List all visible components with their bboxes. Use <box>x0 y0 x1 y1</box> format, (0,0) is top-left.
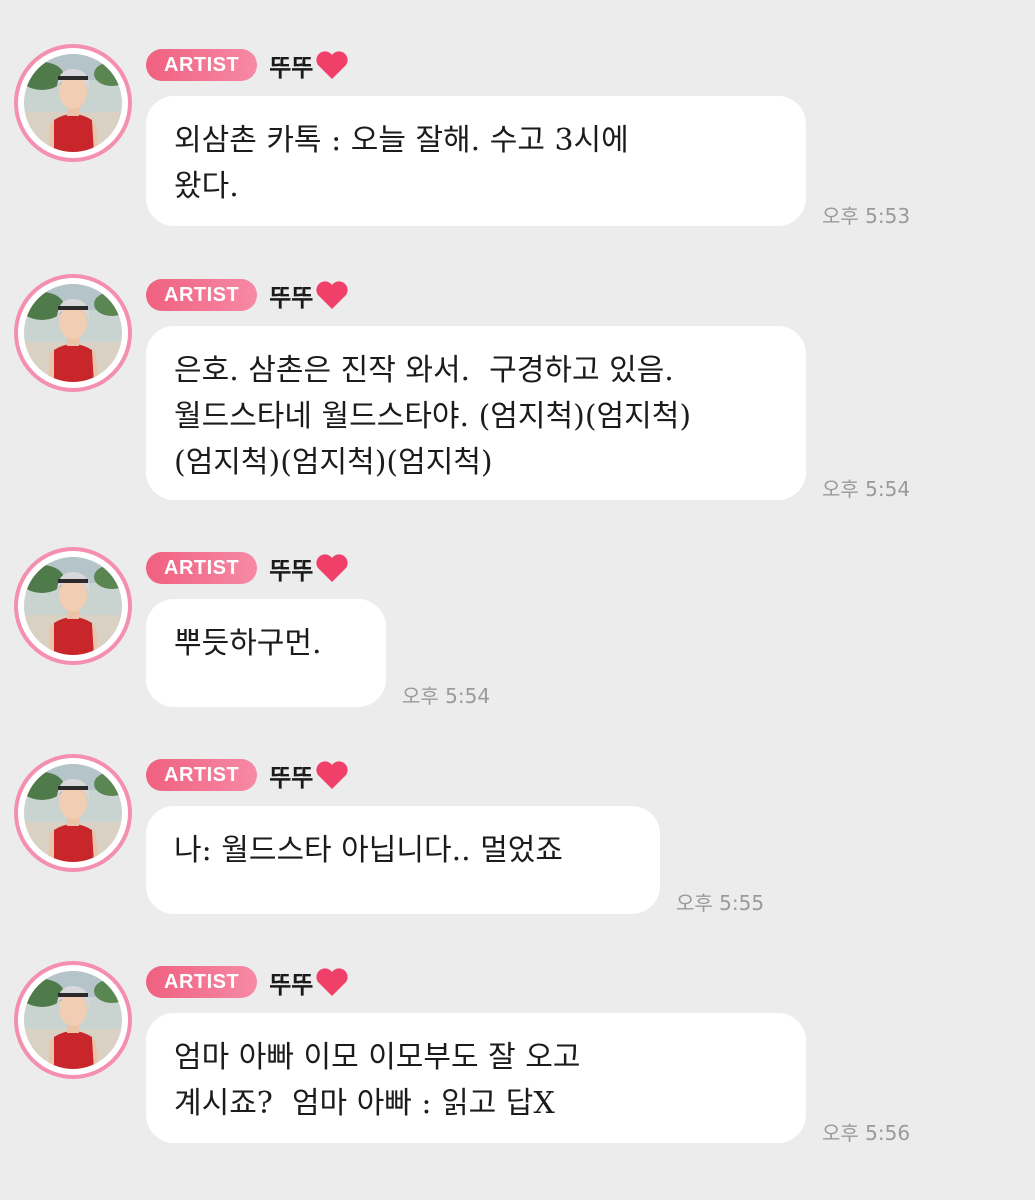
avatar-image <box>24 971 122 1069</box>
heart-icon <box>315 50 349 80</box>
artist-avatar[interactable] <box>14 754 132 872</box>
artist-badge: ARTIST <box>146 966 258 998</box>
author-label: 뚜뚜 <box>269 53 314 82</box>
message-bubble[interactable]: 은호. 삼촌은 진작 와서. 구경하고 있음. 월드스타네 월드스타야. (엄지… <box>146 326 806 500</box>
avatar-image <box>24 54 122 152</box>
artist-avatar[interactable] <box>14 44 132 162</box>
author-name: 뚜뚜 <box>269 551 349 586</box>
sender-row: ARTIST 뚜뚜 <box>146 278 349 312</box>
sender-row: ARTIST 뚜뚜 <box>146 48 349 82</box>
author-name: 뚜뚜 <box>269 758 349 793</box>
message-time: 오후 5:54 <box>402 684 491 708</box>
message-time: 오후 5:56 <box>822 1121 911 1145</box>
artist-avatar[interactable] <box>14 961 132 1079</box>
heart-icon <box>315 967 349 997</box>
message-bubble[interactable]: 뿌듯하구먼. <box>146 599 386 707</box>
artist-badge: ARTIST <box>146 49 258 81</box>
message-bubble[interactable]: 엄마 아빠 이모 이모부도 잘 오고 계시죠? 엄마 아빠 : 읽고 답X <box>146 1013 806 1143</box>
author-label: 뚜뚜 <box>269 763 314 792</box>
message-bubble[interactable]: 나: 월드스타 아닙니다.. 멀었죠 <box>146 806 660 914</box>
avatar-image <box>24 557 122 655</box>
sender-row: ARTIST 뚜뚜 <box>146 965 349 999</box>
message-time: 오후 5:55 <box>676 891 765 915</box>
message-time: 오후 5:53 <box>822 204 911 228</box>
heart-icon <box>315 760 349 790</box>
artist-badge: ARTIST <box>146 552 258 584</box>
message-bubble[interactable]: 외삼촌 카톡 : 오늘 잘해. 수고 3시에 왔다. <box>146 96 806 226</box>
sender-row: ARTIST 뚜뚜 <box>146 551 349 585</box>
artist-badge: ARTIST <box>146 279 258 311</box>
sender-row: ARTIST 뚜뚜 <box>146 758 349 792</box>
author-name: 뚜뚜 <box>269 278 349 313</box>
author-name: 뚜뚜 <box>269 965 349 1000</box>
author-name: 뚜뚜 <box>269 48 349 83</box>
heart-icon <box>315 280 349 310</box>
artist-badge: ARTIST <box>146 759 258 791</box>
author-label: 뚜뚜 <box>269 283 314 312</box>
artist-avatar[interactable] <box>14 547 132 665</box>
avatar-image <box>24 284 122 382</box>
avatar-image <box>24 764 122 862</box>
artist-avatar[interactable] <box>14 274 132 392</box>
author-label: 뚜뚜 <box>269 970 314 999</box>
heart-icon <box>315 553 349 583</box>
message-time: 오후 5:54 <box>822 477 911 501</box>
author-label: 뚜뚜 <box>269 556 314 585</box>
